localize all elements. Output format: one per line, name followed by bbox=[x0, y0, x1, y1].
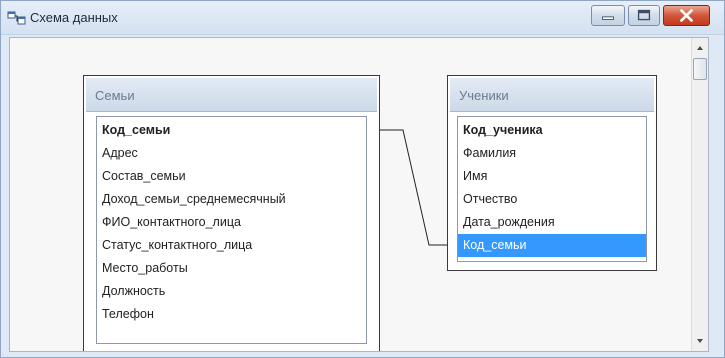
table-header[interactable]: Семьи bbox=[86, 78, 377, 112]
field-item[interactable]: Место_работы bbox=[97, 257, 366, 280]
table-header[interactable]: Ученики bbox=[450, 78, 654, 112]
field-list[interactable]: Код_семьи Адрес Состав_семьи Доход_семьи… bbox=[96, 116, 367, 344]
close-icon bbox=[680, 9, 693, 22]
field-item[interactable]: Состав_семьи bbox=[97, 165, 366, 188]
scroll-up-arrow-icon[interactable] bbox=[692, 40, 708, 56]
maximize-button[interactable] bbox=[628, 5, 660, 26]
close-button[interactable] bbox=[663, 5, 710, 26]
window-title: Схема данных bbox=[30, 10, 118, 25]
field-item[interactable]: Код_семьи bbox=[97, 119, 366, 142]
relationships-icon bbox=[7, 10, 27, 26]
scroll-thumb[interactable] bbox=[693, 58, 707, 80]
table-title: Семьи bbox=[95, 88, 135, 103]
vertical-scrollbar[interactable] bbox=[691, 38, 708, 351]
field-item[interactable]: Дата_рождения bbox=[458, 211, 646, 234]
field-item[interactable]: Отчество bbox=[458, 188, 646, 211]
field-item-selected[interactable]: Код_семьи bbox=[458, 234, 646, 257]
minimize-button[interactable] bbox=[591, 5, 625, 26]
relationship-canvas[interactable]: Семьи Код_семьи Адрес Состав_семьи Доход… bbox=[9, 37, 709, 352]
minimize-icon bbox=[602, 16, 614, 21]
field-list[interactable]: Код_ученика Фамилия Имя Отчество Дата_ро… bbox=[457, 116, 647, 262]
table-students[interactable]: Ученики Код_ученика Фамилия Имя Отчество… bbox=[447, 75, 657, 271]
field-item[interactable]: Доход_семьи_среднемесячный bbox=[97, 188, 366, 211]
field-item[interactable]: ФИО_контактного_лица bbox=[97, 211, 366, 234]
field-item[interactable]: Должность bbox=[97, 280, 366, 303]
field-item[interactable]: Имя bbox=[458, 165, 646, 188]
title-bar[interactable]: Схема данных bbox=[1, 1, 724, 35]
field-item[interactable]: Код_ученика bbox=[458, 119, 646, 142]
field-item[interactable]: Адрес bbox=[97, 142, 366, 165]
field-item[interactable]: Статус_контактного_лица bbox=[97, 234, 366, 257]
table-families[interactable]: Семьи Код_семьи Адрес Состав_семьи Доход… bbox=[83, 75, 380, 351]
table-title: Ученики bbox=[459, 88, 509, 103]
scroll-down-arrow-icon[interactable] bbox=[692, 333, 708, 349]
field-item[interactable]: Фамилия bbox=[458, 142, 646, 165]
relationships-window: Схема данных Семьи Код_семьи Адрес Соста… bbox=[0, 0, 725, 358]
maximize-icon bbox=[637, 9, 651, 21]
field-item[interactable]: Телефон bbox=[97, 303, 366, 326]
